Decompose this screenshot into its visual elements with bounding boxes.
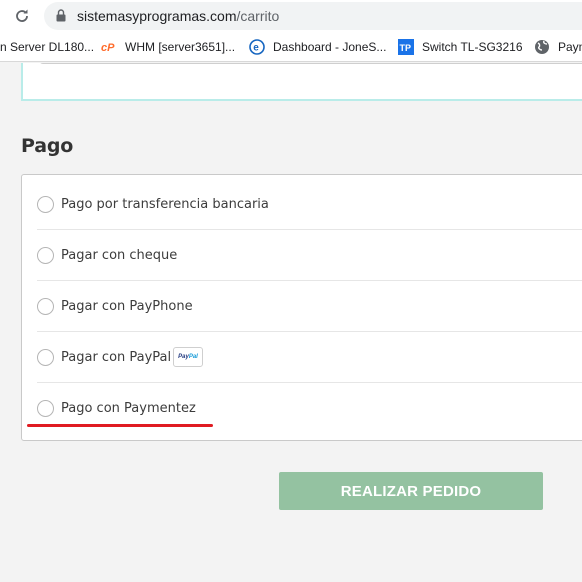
url-path: /carrito bbox=[236, 8, 280, 24]
e-icon: e bbox=[249, 39, 265, 55]
paypal-logo-part2: Pal bbox=[188, 354, 198, 360]
bookmark-server[interactable]: n Server DL180... bbox=[0, 39, 94, 55]
payment-option-label: Pagar con cheque bbox=[61, 248, 178, 263]
payment-section-title: Pago bbox=[21, 135, 74, 157]
radio-button[interactable] bbox=[37, 349, 54, 366]
place-order-button[interactable]: REALIZAR PEDIDO bbox=[279, 472, 543, 510]
payment-option-cheque[interactable]: Pagar con cheque bbox=[37, 230, 582, 281]
cpanel-icon: cP bbox=[101, 39, 117, 55]
browser-toolbar: sistemasyprogramas.com/carrito bbox=[0, 0, 582, 32]
radio-button[interactable] bbox=[37, 298, 54, 315]
bookmark-dashboard[interactable]: e Dashboard - JoneS... bbox=[249, 39, 386, 55]
payment-option-label: Pagar con PayPhone bbox=[61, 299, 193, 314]
bookmark-label: n Server DL180... bbox=[0, 40, 95, 54]
radio-button[interactable] bbox=[37, 400, 54, 417]
payment-option-label: Pago por transferencia bancaria bbox=[61, 197, 269, 212]
address-bar[interactable]: sistemasyprogramas.com/carrito bbox=[44, 2, 582, 30]
lock-icon bbox=[56, 9, 66, 27]
red-annotation-underline bbox=[27, 424, 213, 427]
svg-text:e: e bbox=[253, 43, 259, 54]
url-host: sistemasyprogramas.com bbox=[77, 8, 237, 24]
bookmark-label: Dashboard - JoneS... bbox=[273, 40, 387, 54]
paypal-logo-icon: Pay Pal bbox=[173, 347, 203, 367]
payment-option-label: Pagar con PayPal bbox=[61, 350, 172, 365]
payment-option-bank-transfer[interactable]: Pago por transferencia bancaria bbox=[37, 179, 582, 230]
bookmark-whm[interactable]: cP WHM [server3651]... bbox=[101, 39, 235, 55]
bookmark-paym[interactable]: Paym bbox=[534, 39, 582, 55]
svg-text:cP: cP bbox=[101, 42, 115, 54]
reload-icon[interactable] bbox=[10, 4, 34, 28]
previous-section-inner bbox=[39, 63, 582, 64]
payment-option-label: Pago con Paymentez bbox=[61, 401, 196, 416]
bookmark-label: WHM [server3651]... bbox=[125, 40, 236, 54]
bookmark-label: Switch TL-SG3216 bbox=[422, 40, 523, 54]
tplink-icon: TP bbox=[398, 39, 414, 55]
bookmarks-bar: n Server DL180... cP WHM [server3651]...… bbox=[0, 32, 582, 62]
payment-option-paypal[interactable]: Pagar con PayPal Pay Pal bbox=[37, 332, 582, 383]
globe-icon bbox=[534, 39, 550, 55]
paypal-logo-part1: Pay bbox=[178, 354, 189, 360]
payment-options-box: Pago por transferencia bancaria Pagar co… bbox=[21, 174, 582, 441]
svg-text:TP: TP bbox=[400, 43, 412, 53]
bookmark-label: Paym bbox=[558, 40, 582, 54]
bookmark-switch[interactable]: TP Switch TL-SG3216 bbox=[398, 39, 523, 55]
checkout-page: Pago Pago por transferencia bancaria Pag… bbox=[0, 63, 582, 582]
payment-option-payphone[interactable]: Pagar con PayPhone bbox=[37, 281, 582, 332]
radio-button[interactable] bbox=[37, 196, 54, 213]
previous-section-box bbox=[21, 63, 582, 101]
radio-button[interactable] bbox=[37, 247, 54, 264]
url-text: sistemasyprogramas.com/carrito bbox=[77, 8, 279, 24]
